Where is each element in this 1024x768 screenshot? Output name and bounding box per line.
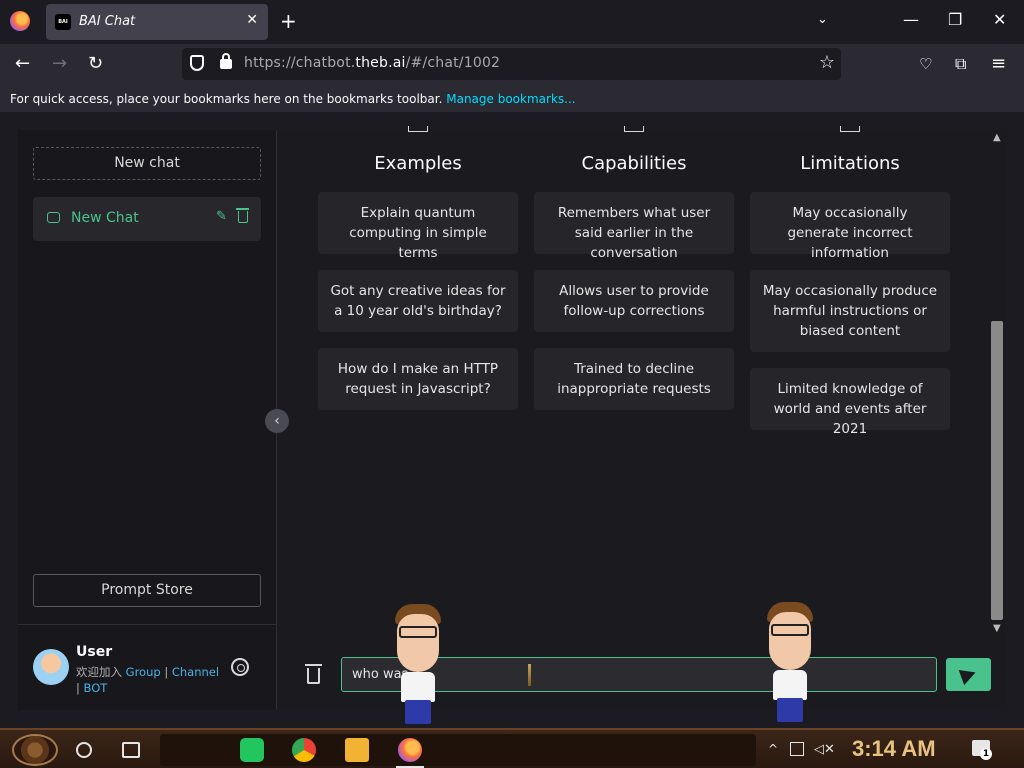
sidebar: New chat New Chat ✎ Prompt Store User 欢迎… xyxy=(18,130,277,710)
chat-bubble-icon xyxy=(47,212,60,223)
bai-favicon-icon: BAI xyxy=(55,14,71,30)
browser-tab-bar: BAI BAI Chat ✕ + ⌄ — ❐ ✕ xyxy=(0,0,1024,44)
capability-card: Trained to decline inappropriate request… xyxy=(534,348,734,410)
taskbar: ^ ◁✕ 3:14 AM 1 xyxy=(0,728,1024,768)
example-card[interactable]: Explain quantum computing in simple term… xyxy=(318,192,518,261)
example-card[interactable]: Got any creative ideas for a 10 year old… xyxy=(318,270,518,332)
restore-icon[interactable]: ❐ xyxy=(948,10,962,29)
clear-chat-trash-icon[interactable] xyxy=(305,664,322,684)
bookmark-star-icon[interactable]: ☆ xyxy=(819,52,835,73)
limitation-card: Limited knowledge of world and events af… xyxy=(750,368,950,437)
sidebar-divider xyxy=(18,624,277,625)
minimize-icon[interactable]: — xyxy=(903,10,919,29)
new-chat-button[interactable]: New chat xyxy=(33,147,261,180)
start-button[interactable] xyxy=(12,734,58,766)
search-icon[interactable] xyxy=(76,742,92,758)
user-name: User xyxy=(76,644,113,660)
new-tab-plus-icon[interactable]: + xyxy=(280,9,297,33)
edit-pencil-icon[interactable]: ✎ xyxy=(216,209,227,224)
network-icon[interactable] xyxy=(790,742,804,756)
limitation-card: May occasionally produce harmful instruc… xyxy=(750,270,950,352)
chrome-icon[interactable] xyxy=(292,738,316,762)
sidebar-chat-item[interactable]: New Chat ✎ xyxy=(33,197,261,241)
tab-bai-chat[interactable]: BAI BAI Chat ✕ xyxy=(46,4,268,40)
lock-icon[interactable] xyxy=(220,53,232,69)
chat-app-icon[interactable] xyxy=(240,738,264,762)
task-view-icon[interactable] xyxy=(122,742,140,758)
tab-list-chevron-down-icon[interactable]: ⌄ xyxy=(817,12,828,27)
manage-bookmarks-link[interactable]: Manage bookmarks... xyxy=(446,92,575,106)
limitations-warning-icon xyxy=(840,126,860,132)
group-link[interactable]: Group xyxy=(126,665,161,679)
extensions-puzzle-icon[interactable]: ⧉ xyxy=(955,54,966,74)
firefox-menu-icon[interactable] xyxy=(10,11,30,31)
tray-chevron-up-icon[interactable]: ^ xyxy=(768,742,782,756)
bookmarks-message: For quick access, place your bookmarks h… xyxy=(10,92,443,106)
capabilities-bolt-icon xyxy=(624,126,644,132)
close-icon[interactable]: ✕ xyxy=(246,12,258,28)
pocket-icon[interactable]: ♡ xyxy=(919,55,932,73)
volume-muted-icon[interactable]: ◁✕ xyxy=(814,742,835,757)
tracking-shield-icon[interactable] xyxy=(190,55,204,71)
scroll-up-arrow-icon[interactable]: ▲ xyxy=(993,132,1001,143)
scrollbar-thumb[interactable] xyxy=(991,321,1003,620)
main-scrollbar[interactable]: ▲ ▼ xyxy=(988,130,1006,640)
delete-trash-icon[interactable] xyxy=(236,208,249,223)
examples-sun-icon xyxy=(408,126,428,132)
notification-count-badge: 1 xyxy=(980,748,992,760)
desktop-character-left xyxy=(393,604,443,724)
chat-item-label: New Chat xyxy=(71,210,139,226)
chat-page: New chat New Chat ✎ Prompt Store User 欢迎… xyxy=(18,126,1006,710)
back-arrow-icon[interactable]: ← xyxy=(15,53,30,74)
limitation-card: May occasionally generate incorrect info… xyxy=(750,192,950,261)
chat-main: Examples Explain quantum computing in si… xyxy=(278,126,988,710)
browser-nav-bar: ← → ↻ https://chatbot.theb.ai/#/chat/100… xyxy=(0,44,1024,86)
capability-card: Allows user to provide follow-up correct… xyxy=(534,270,734,332)
bookmarks-toolbar: For quick access, place your bookmarks h… xyxy=(0,86,1024,112)
taskbar-clock[interactable]: 3:14 AM xyxy=(852,736,936,762)
examples-heading: Examples xyxy=(374,153,462,174)
join-prefix: 欢迎加入 xyxy=(76,665,122,679)
channel-link[interactable]: Channel xyxy=(172,665,219,679)
desktop-character-right xyxy=(765,602,815,722)
mouse-cursor xyxy=(528,664,531,686)
firefox-taskbar-icon[interactable] xyxy=(398,738,422,762)
chat-input-area xyxy=(278,640,1006,710)
send-button[interactable] xyxy=(946,658,991,691)
file-explorer-icon[interactable] xyxy=(345,738,369,762)
window-close-icon[interactable]: ✕ xyxy=(993,10,1006,29)
reload-icon[interactable]: ↻ xyxy=(88,53,103,74)
url-bar[interactable]: https://chatbot.theb.ai/#/chat/1002 ☆ xyxy=(182,48,841,80)
prompt-store-button[interactable]: Prompt Store xyxy=(33,574,261,607)
settings-gear-icon[interactable] xyxy=(231,658,249,676)
capabilities-heading: Capabilities xyxy=(581,153,687,174)
forward-arrow-icon[interactable]: → xyxy=(52,53,67,74)
avatar xyxy=(33,649,69,685)
url-text[interactable]: https://chatbot.theb.ai/#/chat/1002 xyxy=(244,55,500,71)
tab-title: BAI Chat xyxy=(79,14,136,29)
scroll-down-arrow-icon[interactable]: ▼ xyxy=(993,623,1001,634)
hamburger-menu-icon[interactable]: ≡ xyxy=(991,53,1006,74)
example-card[interactable]: How do I make an HTTP request in Javascr… xyxy=(318,348,518,410)
limitations-heading: Limitations xyxy=(800,153,900,174)
bot-link[interactable]: BOT xyxy=(84,681,108,695)
capability-card: Remembers what user said earlier in the … xyxy=(534,192,734,261)
user-community-links: 欢迎加入 Group | Channel | BOT xyxy=(76,665,220,695)
